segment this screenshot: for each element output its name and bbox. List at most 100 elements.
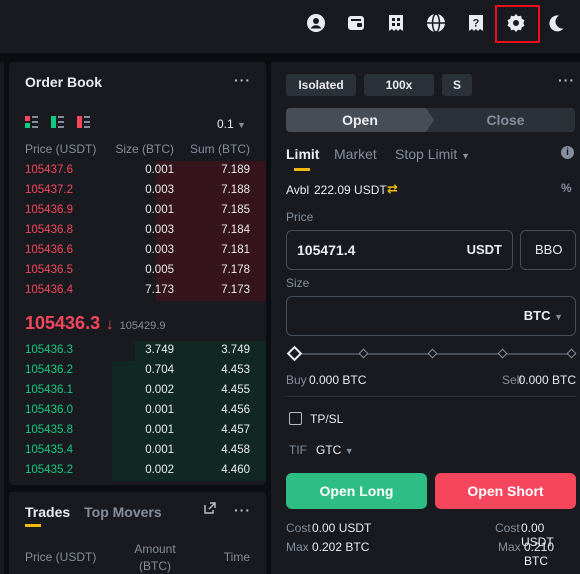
ask-row[interactable]: 105436.8 0.003 7.184 <box>9 221 266 241</box>
bbo-button[interactable]: BBO <box>520 230 576 270</box>
slider-step-25[interactable] <box>358 348 369 359</box>
price-unit: USDT <box>466 242 502 257</box>
bid-price: 105435.2 <box>25 464 73 476</box>
calculator-icon[interactable]: % <box>561 181 572 195</box>
mid-price-row[interactable]: 105436.3 ↓ 105429.9 <box>25 313 165 334</box>
bid-row[interactable]: 105436.2 0.704 4.453 <box>9 361 266 381</box>
popout-icon[interactable] <box>203 502 216 518</box>
slider-step-50[interactable] <box>427 348 438 359</box>
ask-price: 105437.6 <box>25 164 73 176</box>
view-bids-icon[interactable] <box>51 116 65 128</box>
ask-price: 105436.8 <box>25 224 73 236</box>
ask-size: 0.001 <box>145 164 174 176</box>
ask-size: 7.173 <box>145 284 174 296</box>
size-unit: BTC <box>523 308 551 323</box>
view-asks-icon[interactable] <box>77 116 91 128</box>
order-book-menu-icon[interactable]: ··· <box>234 72 251 88</box>
bid-size: 0.704 <box>145 364 174 376</box>
order-type-limit[interactable]: Limit <box>286 146 319 162</box>
bid-price: 105436.3 <box>25 344 73 356</box>
bid-price: 105436.0 <box>25 404 73 416</box>
ask-price: 105437.2 <box>25 184 73 196</box>
bid-row[interactable]: 105435.2 0.002 4.460 <box>9 461 266 481</box>
moon-icon[interactable] <box>545 12 567 34</box>
slider-step-100[interactable] <box>566 348 577 359</box>
bid-sum: 4.455 <box>221 384 250 396</box>
bid-row[interactable]: 105436.3 3.749 3.749 <box>9 341 266 361</box>
info-icon[interactable]: i <box>561 146 574 159</box>
cost-long-value: 0.00 USDT <box>312 521 372 535</box>
ask-row[interactable]: 105436.4 7.173 7.173 <box>9 281 266 301</box>
globe-icon[interactable] <box>425 12 447 34</box>
price-label: Price <box>286 210 314 224</box>
orders-icon[interactable] <box>385 12 407 34</box>
max-short-value: 0.210 BTC <box>524 540 555 568</box>
col-price-header: Price (USDT) <box>25 142 97 156</box>
bid-size: 0.001 <box>145 404 174 416</box>
bid-sum: 4.453 <box>221 364 250 376</box>
order-book-view-toggle <box>25 116 91 128</box>
asset-mode-button[interactable]: S <box>442 74 472 96</box>
ask-price: 105436.5 <box>25 264 73 276</box>
ask-price: 105436.9 <box>25 204 73 216</box>
chevron-down-icon: ▼ <box>461 151 471 161</box>
tab-top-movers[interactable]: Top Movers <box>84 504 162 520</box>
ask-size: 0.001 <box>145 204 174 216</box>
tif-select[interactable]: GTC ▼ <box>316 443 354 457</box>
chevron-down-icon: ▼ <box>344 446 354 456</box>
precision-select[interactable]: 0.1 ▼ <box>217 117 246 131</box>
leverage-button[interactable]: 100x <box>364 74 434 96</box>
ask-row[interactable]: 105436.5 0.005 7.178 <box>9 261 266 281</box>
ask-row[interactable]: 105436.6 0.003 7.181 <box>9 241 266 261</box>
stop-limit-label: Stop Limit <box>395 146 458 162</box>
open-short-button[interactable]: Open Short <box>435 473 576 509</box>
user-icon[interactable] <box>305 12 327 34</box>
avbl-label: Avbl <box>286 183 310 197</box>
tab-open[interactable]: Open <box>286 108 434 132</box>
tab-trades[interactable]: Trades <box>25 504 70 520</box>
chevron-down-icon: ▼ <box>237 120 246 130</box>
margin-mode-button[interactable]: Isolated <box>286 74 356 96</box>
bid-price: 105436.1 <box>25 384 73 396</box>
open-long-button[interactable]: Open Long <box>286 473 427 509</box>
order-book-panel: Order Book ··· 0.1 ▼ Price (USDT) Size (… <box>9 62 266 485</box>
mark-price: 105429.9 <box>119 320 166 332</box>
view-both-icon[interactable] <box>25 116 39 128</box>
tab-close[interactable]: Close <box>436 108 575 132</box>
ask-size: 0.003 <box>145 224 174 236</box>
ask-row[interactable]: 105436.9 0.001 7.185 <box>9 201 266 221</box>
tpsl-checkbox[interactable] <box>289 412 302 425</box>
bid-size: 3.749 <box>145 344 174 356</box>
bid-sum: 4.456 <box>221 404 250 416</box>
size-slider-handle[interactable] <box>286 345 303 362</box>
tif-value: GTC <box>316 443 342 457</box>
bid-row[interactable]: 105436.1 0.002 4.455 <box>9 381 266 401</box>
size-input[interactable]: BTC ▼ <box>286 296 576 336</box>
bid-sum: 4.457 <box>221 424 250 436</box>
bid-row[interactable]: 105436.0 0.001 4.456 <box>9 401 266 421</box>
transfer-icon[interactable]: ⇄ <box>387 181 398 197</box>
order-type-stop-limit[interactable]: Stop Limit ▼ <box>395 146 470 162</box>
ask-sum: 7.189 <box>221 164 250 176</box>
form-menu-icon[interactable]: ··· <box>558 72 575 88</box>
bid-row[interactable]: 105435.4 0.001 4.458 <box>9 441 266 461</box>
bid-price: 105436.2 <box>25 364 73 376</box>
svg-text:?: ? <box>473 18 480 30</box>
price-value: 105471.4 <box>297 242 356 258</box>
size-unit-select[interactable]: BTC ▼ <box>524 308 563 323</box>
order-type-market[interactable]: Market <box>334 146 377 162</box>
trades-menu-icon[interactable]: ··· <box>234 502 251 518</box>
trades-col-price: Price (USDT) <box>25 550 97 564</box>
ask-size: 0.003 <box>145 244 174 256</box>
price-input[interactable]: 105471.4 USDT <box>286 230 513 270</box>
bid-row[interactable]: 105435.8 0.001 4.457 <box>9 421 266 441</box>
wallet-icon[interactable] <box>345 12 367 34</box>
ask-row[interactable]: 105437.2 0.003 7.188 <box>9 181 266 201</box>
slider-step-75[interactable] <box>497 348 508 359</box>
bid-price: 105435.4 <box>25 444 73 456</box>
cost-long-label: Cost <box>286 521 311 535</box>
col-sum-header: Sum (BTC) <box>190 142 250 156</box>
ask-row[interactable]: 105437.6 0.001 7.189 <box>9 161 266 181</box>
trades-tabs: Trades Top Movers <box>25 504 162 520</box>
help-icon[interactable]: ? <box>465 12 487 34</box>
